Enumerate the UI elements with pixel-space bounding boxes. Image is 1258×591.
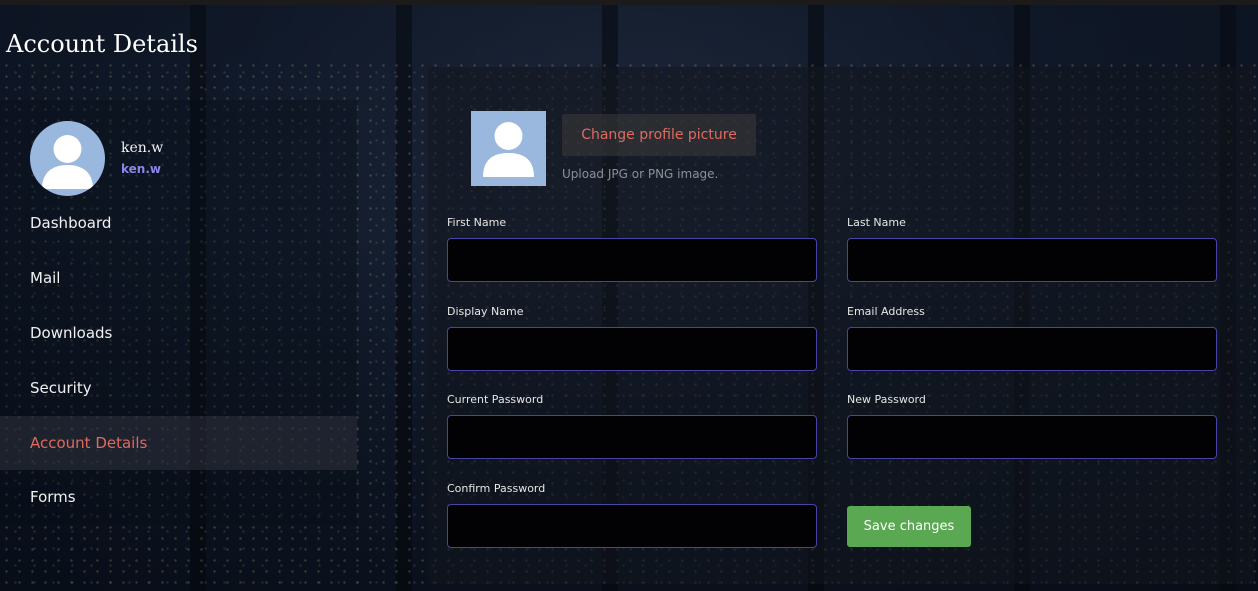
- confirm-password-label: Confirm Password: [447, 482, 546, 495]
- confirm-password-field[interactable]: [447, 504, 817, 548]
- profile-picture: [471, 111, 546, 186]
- page-title: Account Details: [6, 30, 198, 58]
- sidebar-item-forms[interactable]: Forms: [0, 470, 357, 525]
- avatar: [30, 121, 105, 196]
- user-silhouette-icon: [483, 122, 534, 177]
- profile-handle[interactable]: ken.w: [121, 162, 161, 176]
- change-profile-picture-button[interactable]: Change profile picture: [562, 114, 756, 156]
- sidebar-nav: Dashboard Mail Downloads Security Accoun…: [0, 196, 357, 525]
- new-password-label: New Password: [847, 393, 926, 406]
- first-name-field[interactable]: [447, 238, 817, 282]
- new-password-field[interactable]: [847, 415, 1217, 459]
- last-name-label: Last Name: [847, 216, 906, 229]
- sidebar-item-account-details[interactable]: Account Details: [0, 416, 357, 470]
- first-name-label: First Name: [447, 216, 507, 229]
- last-name-field[interactable]: [847, 238, 1217, 282]
- top-bar: [0, 0, 1258, 5]
- sidebar-item-dashboard[interactable]: Dashboard: [0, 196, 357, 251]
- current-password-label: Current Password: [447, 393, 544, 406]
- display-name-label: Display Name: [447, 305, 524, 318]
- display-name-field[interactable]: [447, 327, 817, 371]
- user-silhouette-icon: [42, 135, 93, 189]
- sidebar-item-mail[interactable]: Mail: [0, 251, 357, 306]
- email-field[interactable]: [847, 327, 1217, 371]
- save-changes-button[interactable]: Save changes: [847, 506, 971, 547]
- sidebar-item-downloads[interactable]: Downloads: [0, 306, 357, 361]
- upload-hint: Upload JPG or PNG image.: [562, 167, 719, 181]
- sidebar: ken.w ken.w Dashboard Mail Downloads Sec…: [0, 100, 357, 524]
- sidebar-item-security[interactable]: Security: [0, 361, 357, 416]
- profile-name: ken.w: [121, 140, 164, 156]
- current-password-field[interactable]: [447, 415, 817, 459]
- email-label: Email Address: [847, 305, 925, 318]
